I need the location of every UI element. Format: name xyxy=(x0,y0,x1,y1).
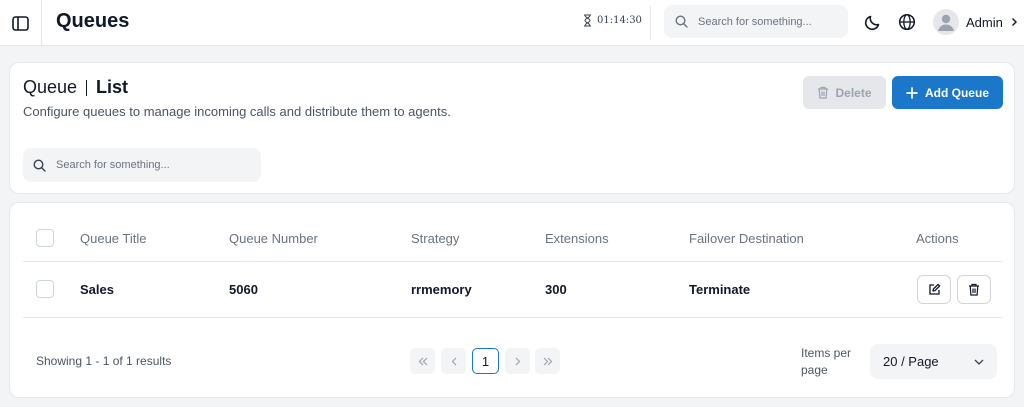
section-title: Queue List xyxy=(23,77,128,98)
delete-button-label: Delete xyxy=(835,85,872,100)
avatar xyxy=(933,9,959,35)
call-timer: 01:14:30 xyxy=(583,14,642,27)
items-per-page-label: Items per page xyxy=(801,346,852,377)
queue-search-input[interactable] xyxy=(56,159,186,171)
select-all-checkbox[interactable] xyxy=(36,229,54,247)
cell-extensions: 300 xyxy=(545,282,567,297)
sidebar-panel-icon xyxy=(12,15,29,31)
last-page-button[interactable] xyxy=(535,348,560,374)
user-menu[interactable]: Admin xyxy=(933,8,1018,36)
timer-value: 01:14:30 xyxy=(597,15,642,26)
double-chevron-left-icon xyxy=(418,357,427,365)
chevron-right-icon xyxy=(515,357,520,365)
plus-icon xyxy=(906,86,918,99)
section-title-main: List xyxy=(96,77,129,97)
queue-header-card: Queue List Configure queues to manage in… xyxy=(9,62,1015,194)
edit-button[interactable] xyxy=(917,275,951,304)
column-header-actions: Actions xyxy=(916,231,959,246)
row-checkbox[interactable] xyxy=(36,280,54,298)
edit-icon xyxy=(928,283,940,295)
current-page-button[interactable]: 1 xyxy=(472,348,499,374)
add-queue-button-label: Add Queue xyxy=(924,85,989,100)
cell-failover: Terminate xyxy=(689,282,751,297)
cell-queue-title: Sales xyxy=(80,282,114,297)
trash-icon xyxy=(969,283,979,296)
language-button[interactable] xyxy=(896,11,918,33)
user-name: Admin xyxy=(966,14,1003,30)
column-header-queue-number: Queue Number xyxy=(229,231,318,246)
results-summary: Showing 1 - 1 of 1 results xyxy=(36,354,172,368)
delete-button[interactable]: Delete xyxy=(803,76,886,109)
next-page-button[interactable] xyxy=(505,348,530,374)
chevron-right-icon xyxy=(1011,18,1017,26)
hourglass-icon xyxy=(584,14,591,27)
page-title: Queues xyxy=(56,10,130,32)
top-bar: Queues 01:14:30 Admin xyxy=(0,0,1024,46)
column-header-extensions: Extensions xyxy=(545,231,609,246)
search-icon xyxy=(675,15,688,28)
column-header-strategy: Strategy xyxy=(411,231,460,246)
title-separator xyxy=(86,79,88,96)
cell-queue-number: 5060 xyxy=(229,282,258,297)
section-title-prefix: Queue xyxy=(23,77,78,97)
global-search-input[interactable] xyxy=(698,15,828,28)
page-size-value: 20 / Page xyxy=(883,354,939,369)
globe-icon xyxy=(898,13,916,31)
divider xyxy=(650,6,651,40)
global-search[interactable] xyxy=(664,5,848,38)
trash-icon xyxy=(818,86,829,99)
delete-row-button[interactable] xyxy=(957,275,991,304)
chevron-left-icon xyxy=(451,357,456,365)
cell-strategy: rrmemory xyxy=(411,282,472,297)
queue-table-card: Queue Title Queue Number Strategy Extens… xyxy=(9,202,1015,398)
double-chevron-right-icon xyxy=(543,357,552,365)
queue-search[interactable] xyxy=(23,148,261,182)
moon-icon xyxy=(864,15,880,31)
column-header-queue-title: Queue Title xyxy=(80,231,147,246)
search-icon xyxy=(33,158,46,172)
prev-page-button[interactable] xyxy=(441,348,466,374)
row-divider xyxy=(23,317,1003,318)
theme-toggle-button[interactable] xyxy=(862,11,884,33)
column-header-failover: Failover Destination xyxy=(689,231,804,246)
page-size-select[interactable]: 20 / Page xyxy=(870,344,997,379)
section-description: Configure queues to manage incoming call… xyxy=(23,104,451,119)
chevron-down-icon xyxy=(974,359,984,365)
sidebar-toggle-button[interactable] xyxy=(0,0,42,46)
first-page-button[interactable] xyxy=(410,348,435,374)
user-icon xyxy=(938,14,954,31)
add-queue-button[interactable]: Add Queue xyxy=(892,76,1003,109)
row-divider xyxy=(23,261,1003,262)
